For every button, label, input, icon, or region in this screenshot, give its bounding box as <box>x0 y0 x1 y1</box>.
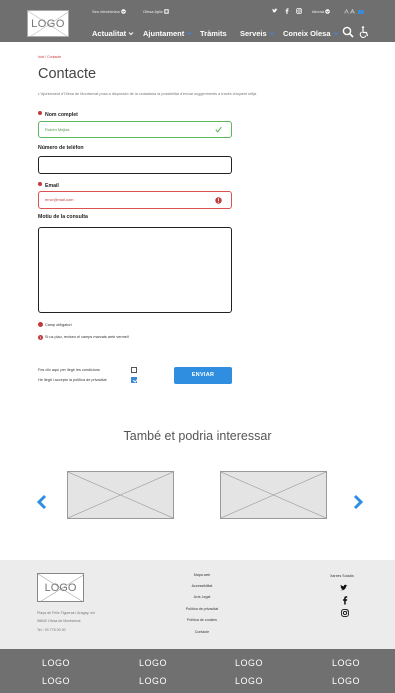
privacy-checkbox[interactable] <box>131 377 137 383</box>
email-label-text: Email <box>45 183 59 189</box>
partner-logo[interactable]: LOGO <box>42 658 70 668</box>
name-field[interactable]: Rubén Mejias <box>38 121 232 138</box>
footer-link-accessibilitat[interactable]: Accessibilitat <box>162 584 242 588</box>
partner-logo[interactable]: LOGO <box>332 658 360 668</box>
footer-link-mapa-web[interactable]: Mapa web <box>162 573 242 577</box>
header-logo-text: LOGO <box>31 18 65 30</box>
name-label: Nom complet <box>38 111 78 118</box>
instagram-icon[interactable] <box>341 609 349 617</box>
app-icon <box>164 9 169 14</box>
partner-logo-bar: LOGO LOGO LOGO LOGO LOGO LOGO LOGO LOGO <box>0 649 395 693</box>
footer-link-cookies[interactable]: Política de cookies <box>162 618 242 622</box>
chevron-right-icon[interactable] <box>352 494 364 510</box>
breadcrumb[interactable]: Inici / Contacte <box>38 55 61 59</box>
chevron-circle-icon <box>120 9 126 14</box>
nav-ajuntament[interactable]: Ajuntament <box>143 29 192 38</box>
idioma-label: Idioma <box>312 9 325 14</box>
message-textarea[interactable] <box>38 227 232 313</box>
submit-button[interactable]: ENVIAR <box>174 367 232 384</box>
footer-phone: Tel.: 93 778 00 50 <box>37 628 66 632</box>
nav-tramits-label: Tràmits <box>200 29 227 38</box>
site-header: LOGO Seu electrònica Olesa Aplic Idioma … <box>0 0 395 42</box>
error-legend-text: Si us plau, reviseu el camps marcats amb… <box>45 335 129 339</box>
required-dot <box>38 182 42 186</box>
font-size-increase-icon[interactable] <box>350 9 355 14</box>
email-label: Email <box>38 182 59 189</box>
footer-address-line2: 08640 Olesa de Montserrat <box>37 619 81 623</box>
error-icon: ! <box>38 335 43 340</box>
footer-link-contacte[interactable]: Contacte <box>162 630 242 634</box>
twitter-icon[interactable] <box>340 584 348 592</box>
footer-link-avis-legal[interactable]: Avís Legal <box>162 595 242 599</box>
chevron-circle-icon <box>325 9 330 14</box>
topbar-idioma[interactable]: Idioma <box>312 9 330 14</box>
name-field-value: Rubén Mejias <box>45 127 70 132</box>
related-title: També et podria interessar <box>123 429 272 443</box>
email-field-value: error@mail.com <box>45 197 74 202</box>
nav-serveis-label: Serveis <box>240 29 267 38</box>
footer-logo[interactable]: LOGO <box>37 573 84 602</box>
chevron-down-icon <box>269 32 275 36</box>
partner-logo[interactable]: LOGO <box>42 676 70 686</box>
nav-coneix-olesa-label: Coneix Olesa <box>283 29 331 38</box>
related-item-1[interactable] <box>67 471 174 519</box>
partner-logo[interactable]: LOGO <box>332 676 360 686</box>
nav-tramits[interactable]: Tràmits <box>200 29 227 38</box>
page-title: Contacte <box>38 66 97 82</box>
conditions-label[interactable]: Fes clic aquí per llegir les condicions <box>38 368 100 372</box>
twitter-icon[interactable] <box>272 8 278 14</box>
footer-social-title: Xarxes Socials <box>330 574 354 578</box>
partner-logo[interactable]: LOGO <box>139 658 167 668</box>
partner-logo[interactable]: LOGO <box>235 676 263 686</box>
accessibility-icon[interactable] <box>359 26 370 38</box>
topbar-olesa-aplic[interactable]: Olesa Aplic <box>143 9 169 14</box>
facebook-icon[interactable] <box>341 596 349 605</box>
instagram-icon[interactable] <box>296 8 302 14</box>
error-legend: ! Si us plau, reviseu el camps marcats am… <box>38 335 129 340</box>
site-footer: LOGO Plaça de Fèlix Figueras i Aragay, s… <box>0 560 395 649</box>
nav-actualitat-label: Actualitat <box>92 29 127 38</box>
seu-electronica-label: Seu electrònica <box>92 9 120 14</box>
privacy-label[interactable]: He llegit i accepto la política de priva… <box>38 378 107 382</box>
header-logo[interactable]: LOGO <box>27 10 69 37</box>
contrast-toggle[interactable] <box>358 10 364 14</box>
footer-link-privacitat[interactable]: Política de privacitat <box>162 607 242 611</box>
nav-serveis[interactable]: Serveis <box>240 29 275 38</box>
facebook-icon[interactable] <box>284 8 290 14</box>
search-icon[interactable] <box>342 26 354 38</box>
topbar-seu-electronica[interactable]: Seu electrònica <box>92 9 126 14</box>
name-label-text: Nom complet <box>45 112 78 118</box>
email-field[interactable]: error@mail.com <box>38 191 232 209</box>
required-dot <box>38 111 42 115</box>
phone-field[interactable] <box>38 156 232 174</box>
check-icon <box>215 126 222 133</box>
message-label: Motiu de la consulta <box>38 214 88 220</box>
nav-ajuntament-label: Ajuntament <box>143 29 185 38</box>
error-icon <box>215 197 222 204</box>
footer-logo-text: LOGO <box>44 582 77 594</box>
olesa-aplic-label: Olesa Aplic <box>143 9 164 14</box>
partner-logo[interactable]: LOGO <box>139 676 167 686</box>
chevron-down-icon <box>128 32 134 36</box>
image-placeholder <box>220 471 327 519</box>
chevron-left-icon[interactable] <box>36 494 48 510</box>
image-placeholder <box>67 471 174 519</box>
conditions-checkbox[interactable] <box>131 367 137 373</box>
related-item-2[interactable] <box>220 471 327 519</box>
phone-label: Número de telèfon <box>38 145 84 151</box>
nav-actualitat[interactable]: Actualitat <box>92 29 134 38</box>
partner-logo[interactable]: LOGO <box>235 658 263 668</box>
nav-coneix-olesa[interactable]: Coneix Olesa <box>283 29 339 38</box>
required-legend: Camp obligatori <box>38 322 72 327</box>
chevron-down-icon <box>186 32 192 36</box>
required-legend-text: Camp obligatori <box>45 323 72 327</box>
chevron-down-icon <box>333 32 338 36</box>
footer-address-line1: Plaça de Fèlix Figueras i Aragay, s/n <box>37 611 96 615</box>
font-size-decrease-icon[interactable] <box>344 9 349 14</box>
required-dot <box>38 322 43 327</box>
intro-text: L'Ajuntament d'Olesa de Montserrat posa … <box>38 92 258 96</box>
